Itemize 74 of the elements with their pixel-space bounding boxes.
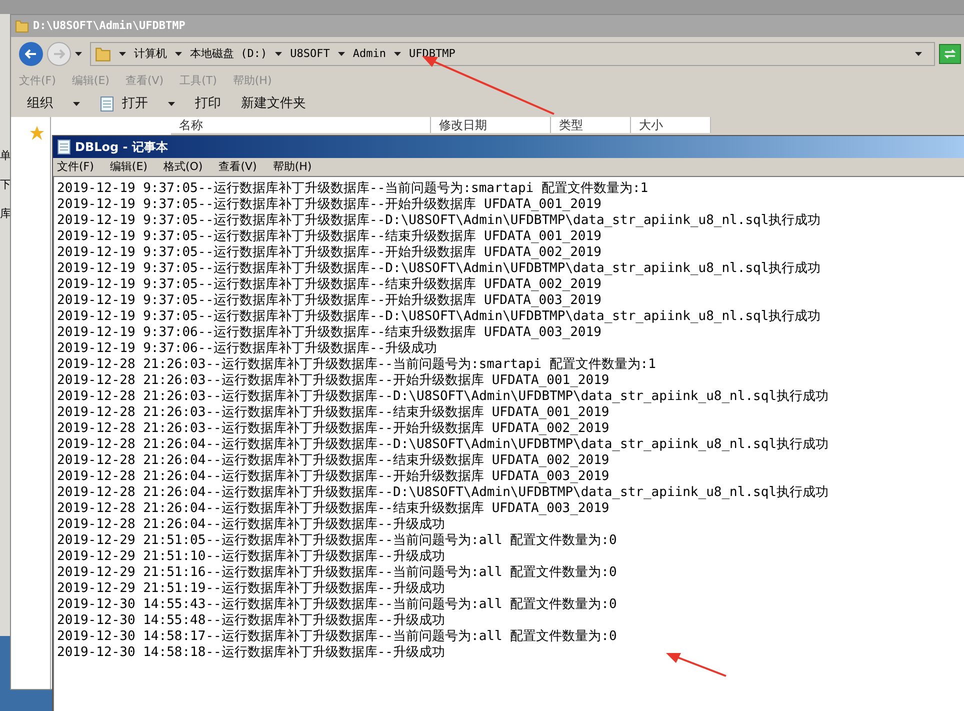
column-header[interactable]: 大小 (631, 117, 711, 133)
log-line: 2019-12-19 9:37:05--运行数据库补丁升级数据库--开始升级数据库 UFDATA_001_2019 (57, 197, 602, 213)
refresh-icon (943, 48, 957, 60)
log-line: 2019-12-29 21:51:19--运行数据库补丁升级数据库--升级成功 (57, 581, 446, 597)
log-line: 2019-12-19 9:37:06--运行数据库补丁升级数据库--结束升级数据库 UFDATA_003_2019 (57, 325, 602, 341)
notepad-icon (57, 139, 71, 155)
log-line: 2019-12-19 9:37:05--运行数据库补丁升级数据库--D:\U8SOFT\Admin\UFDBTMP\data_str_apiink_u8_nl.sql执行成功 (57, 213, 821, 229)
annotation-arrow (664, 650, 728, 678)
caret-icon (168, 102, 175, 106)
toolbar-button[interactable]: 打开 (96, 92, 179, 116)
log-line: 2019-12-30 14:58:17--运行数据库补丁升级数据库--当前问题号为:all 配置文件数量为:0 (57, 629, 617, 645)
log-line: 2019-12-28 21:26:04--运行数据库补丁升级数据库--开始升级数据库 UFDATA_003_2019 (57, 469, 610, 485)
log-line: 2019-12-19 9:37:05--运行数据库补丁升级数据库--D:\U8SOFT\Admin\UFDBTMP\data_str_apiink_u8_nl.sql执行成功 (57, 309, 821, 325)
cut-text: 库 (0, 208, 10, 219)
log-line: 2019-12-30 14:58:18--运行数据库补丁升级数据库--升级成功 (57, 645, 446, 661)
caret-icon (394, 52, 401, 56)
log-line: 2019-12-28 21:26:04--运行数据库补丁升级数据库--结束升级数据库 UFDATA_002_2019 (57, 453, 610, 469)
breadcrumb-item[interactable]: 本地磁盘 (D:) (190, 46, 268, 62)
log-line: 2019-12-28 21:26:04--运行数据库补丁升级数据库--D:\U8SOFT\Admin\UFDBTMP\data_str_apiink_u8_nl.sql执行成功 (57, 485, 829, 501)
log-line: 2019-12-29 21:51:10--运行数据库补丁升级数据库--升级成功 (57, 549, 446, 565)
column-header[interactable]: 修改日期 (431, 117, 551, 133)
breadcrumb-item[interactable]: UFDBTMP (409, 46, 456, 62)
back-button[interactable] (19, 42, 43, 66)
breadcrumb-item[interactable]: U8SOFT (290, 46, 330, 62)
log-line: 2019-12-19 9:37:05--运行数据库补丁升级数据库--开始升级数据库 UFDATA_003_2019 (57, 293, 602, 309)
window-title: DBLog - 记事本 (75, 139, 168, 156)
log-line: 2019-12-19 9:37:05--运行数据库补丁升级数据库--开始升级数据库 UFDATA_002_2019 (57, 245, 602, 261)
notepad-icon (100, 96, 114, 112)
cut-text: 下 (0, 179, 10, 190)
toolbar-button[interactable]: 打印 (191, 92, 225, 116)
folder-icon (15, 19, 29, 33)
toolbar-button[interactable]: 新建文件夹 (237, 92, 310, 116)
address-bar[interactable]: 计算机 本地磁盘 (D:) U8SOFT Admin UFDBTMP (90, 42, 935, 66)
star-icon (29, 125, 45, 141)
menu-item[interactable]: 格式(O) (163, 158, 203, 176)
cut-text: 单 (0, 150, 10, 161)
caret-icon (75, 52, 82, 56)
log-line: 2019-12-19 9:37:05--运行数据库补丁升级数据库--结束升级数据库 UFDATA_001_2019 (57, 229, 602, 245)
column-header[interactable]: 名称 (171, 117, 431, 133)
menu-item[interactable]: 文件(F) (57, 158, 94, 176)
log-line: 2019-12-28 21:26:03--运行数据库补丁升级数据库--结束升级数据库 UFDATA_001_2019 (57, 405, 610, 421)
log-line: 2019-12-19 9:37:06--运行数据库补丁升级数据库--升级成功 (57, 341, 438, 357)
log-line: 2019-12-28 21:26:03--运行数据库补丁升级数据库--D:\U8SOFT\Admin\UFDBTMP\data_str_apiink_u8_nl.sql执行成功 (57, 389, 829, 405)
log-line: 2019-12-28 21:26:04--运行数据库补丁升级数据库--D:\U8SOFT\Admin\UFDBTMP\data_str_apiink_u8_nl.sql执行成功 (57, 437, 829, 453)
back-arrow-icon (25, 49, 37, 59)
caret-icon (175, 52, 182, 56)
log-line: 2019-12-28 21:26:03--运行数据库补丁升级数据库--开始升级数据库 UFDATA_001_2019 (57, 373, 610, 389)
log-line: 2019-12-28 21:26:03--运行数据库补丁升级数据库--开始升级数据库 UFDATA_002_2019 (57, 421, 610, 437)
caret-icon (119, 52, 126, 56)
log-line: 2019-12-28 21:26:03--运行数据库补丁升级数据库--当前问题号为:smartapi 配置文件数量为:1 (57, 357, 656, 373)
menu-item[interactable]: 编辑(E) (110, 158, 148, 176)
caret-icon (915, 52, 922, 56)
column-header[interactable]: 类型 (551, 117, 631, 133)
menu-item[interactable]: 帮助(H) (272, 158, 312, 176)
toolbar-button[interactable]: 组织 (23, 92, 84, 116)
log-line: 2019-12-30 14:55:43--运行数据库补丁升级数据库--当前问题号为:all 配置文件数量为:0 (57, 597, 617, 613)
log-line: 2019-12-19 9:37:05--运行数据库补丁升级数据库--D:\U8SOFT\Admin\UFDBTMP\data_str_apiink_u8_nl.sql执行成功 (57, 261, 821, 277)
breadcrumb-item[interactable]: 计算机 (134, 46, 167, 62)
log-line: 2019-12-19 9:37:05--运行数据库补丁升级数据库--结束升级数据库 UFDATA_002_2019 (57, 277, 602, 293)
forward-arrow-icon (53, 49, 65, 59)
log-line: 2019-12-19 9:37:05--运行数据库补丁升级数据库--当前问题号为:smartapi 配置文件数量为:1 (57, 181, 648, 197)
menu-item[interactable]: 查看(V) (218, 158, 257, 176)
log-line: 2019-12-29 21:51:16--运行数据库补丁升级数据库--当前问题号为:all 配置文件数量为:0 (57, 565, 617, 581)
log-line: 2019-12-30 14:55:48--运行数据库补丁升级数据库--升级成功 (57, 613, 446, 629)
log-line: 2019-12-28 21:26:04--运行数据库补丁升级数据库--结束升级数据库 UFDATA_003_2019 (57, 501, 610, 517)
window-title: D:\U8SOFT\Admin\UFDBTMP (33, 18, 186, 34)
caret-icon (275, 52, 282, 56)
refresh-button[interactable] (939, 44, 961, 64)
folder-icon (95, 46, 111, 62)
caret-icon (338, 52, 345, 56)
caret-icon (73, 102, 80, 106)
breadcrumb-item[interactable]: Admin (352, 46, 386, 62)
log-line: 2019-12-28 21:26:04--运行数据库补丁升级数据库--升级成功 (57, 517, 446, 533)
log-line: 2019-12-29 21:51:05--运行数据库补丁升级数据库--当前问题号为:all 配置文件数量为:0 (57, 533, 617, 549)
